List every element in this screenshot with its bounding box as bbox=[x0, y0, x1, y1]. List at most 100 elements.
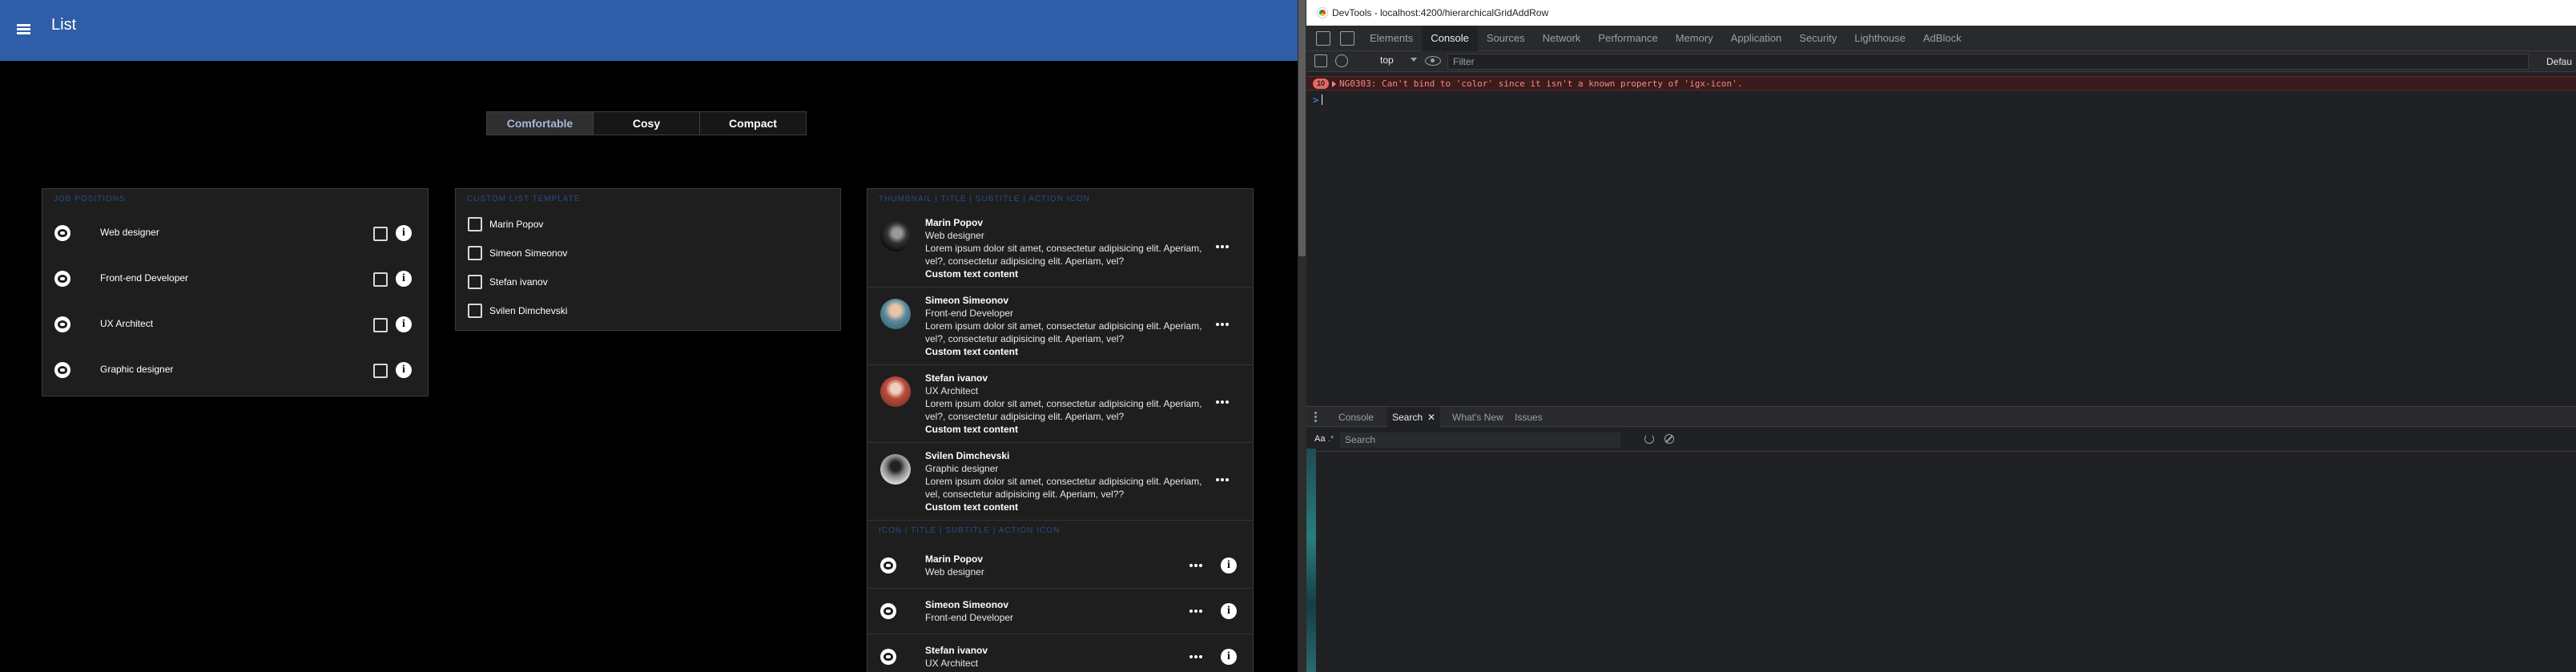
context-selector[interactable]: top bbox=[1380, 54, 1417, 66]
list-item-title: Simeon Simeonov bbox=[925, 599, 1009, 610]
console-filter-input[interactable]: Filter bbox=[1447, 54, 2529, 70]
info-icon[interactable]: i bbox=[1221, 557, 1237, 573]
list-item-checkbox[interactable] bbox=[468, 304, 482, 318]
list-item-checkbox[interactable] bbox=[468, 275, 482, 289]
more-horizontal-icon[interactable] bbox=[1214, 394, 1230, 410]
devtools-title-bar: DevTools - localhost:4200/hierarchicalGr… bbox=[1306, 0, 2576, 26]
list-item-subtitle: Web designer bbox=[925, 230, 984, 241]
refresh-icon[interactable] bbox=[1644, 434, 1654, 444]
more-horizontal-icon[interactable] bbox=[1188, 649, 1204, 665]
list-item[interactable]: Marin Popov Web designer i bbox=[867, 543, 1253, 589]
list-item-label: Stefan ivanov bbox=[489, 276, 548, 288]
drawer-tab-search[interactable]: Search ✕ bbox=[1387, 407, 1441, 428]
chrome-icon bbox=[1318, 8, 1327, 18]
list-item[interactable]: Stefan ivanov UX Architect Lorem ipsum d… bbox=[867, 365, 1253, 443]
list-item-label: Svilen Dimchevski bbox=[489, 305, 568, 316]
list-item[interactable]: Svilen Dimchevski bbox=[456, 296, 840, 325]
thumbnail-list: THUMBNAIL | TITLE | SUBTITLE | ACTION IC… bbox=[867, 188, 1254, 672]
more-horizontal-icon[interactable] bbox=[1188, 603, 1204, 619]
menu-icon[interactable] bbox=[14, 19, 34, 38]
avatar bbox=[880, 454, 911, 485]
console-toolbar: top Filter Defau bbox=[1306, 51, 2576, 72]
live-expression-eye-icon[interactable] bbox=[1425, 56, 1441, 66]
list-item[interactable]: UX Architect i bbox=[42, 301, 428, 347]
tab-sources[interactable]: Sources bbox=[1478, 26, 1534, 51]
list-item[interactable]: Marin Popov bbox=[456, 210, 840, 239]
info-icon[interactable]: i bbox=[1221, 603, 1237, 619]
list-item-text: Stefan ivanov UX Architect Lorem ipsum d… bbox=[925, 372, 1205, 436]
list-item[interactable]: Marin Popov Web designer Lorem ipsum dol… bbox=[867, 210, 1253, 288]
search-input[interactable]: Search bbox=[1340, 433, 1620, 448]
tab-lighthouse[interactable]: Lighthouse bbox=[1845, 26, 1914, 51]
list-item[interactable]: Stefan ivanov bbox=[456, 268, 840, 296]
more-horizontal-icon[interactable] bbox=[1188, 557, 1204, 573]
console-error-message[interactable]: 10 NG0303: Can't bind to 'color' since i… bbox=[1306, 76, 2576, 91]
list-item-checkbox[interactable] bbox=[373, 364, 388, 378]
page-scrollbar-thumb[interactable] bbox=[1298, 0, 1306, 256]
density-comfortable-button[interactable]: Comfortable bbox=[487, 112, 594, 135]
regex-toggle[interactable]: .* bbox=[1328, 434, 1334, 444]
list-item-description: Lorem ipsum dolor sit amet, consectetur … bbox=[925, 476, 1202, 500]
tab-performance[interactable]: Performance bbox=[1589, 26, 1666, 51]
list-item-checkbox[interactable] bbox=[373, 227, 388, 241]
list-item[interactable]: Simeon Simeonov Front-end Developer Lore… bbox=[867, 288, 1253, 365]
list-item-label: UX Architect bbox=[100, 318, 154, 329]
list-item-title: Svilen Dimchevski bbox=[925, 450, 1010, 461]
list-item-title: Stefan ivanov bbox=[925, 645, 988, 656]
list-item-custom-text: Custom text content bbox=[925, 346, 1019, 357]
devtools-window: DevTools - localhost:4200/hierarchicalGr… bbox=[1306, 0, 2576, 672]
clear-search-icon[interactable] bbox=[1664, 434, 1674, 444]
tab-security[interactable]: Security bbox=[1790, 26, 1845, 51]
info-icon[interactable]: i bbox=[396, 362, 412, 378]
tab-memory[interactable]: Memory bbox=[1667, 26, 1722, 51]
drawer-tab-console[interactable]: Console bbox=[1338, 407, 1374, 428]
info-icon[interactable]: i bbox=[396, 225, 412, 241]
tab-network[interactable]: Network bbox=[1534, 26, 1590, 51]
list-item-checkbox[interactable] bbox=[373, 318, 388, 332]
list-item-title: Marin Popov bbox=[925, 553, 984, 565]
list-item-subtitle: Graphic designer bbox=[925, 463, 999, 474]
devtools-tab-bar: Elements Console Sources Network Perform… bbox=[1306, 25, 2576, 51]
info-icon[interactable]: i bbox=[396, 316, 412, 332]
tab-adblock[interactable]: AdBlock bbox=[1914, 26, 1970, 51]
kebab-menu-icon[interactable] bbox=[1314, 412, 1318, 423]
more-horizontal-icon[interactable] bbox=[1214, 316, 1230, 332]
window-title: DevTools - localhost:4200/hierarchicalGr… bbox=[1332, 7, 1549, 18]
list-item-checkbox[interactable] bbox=[468, 217, 482, 231]
list-item-text: Marin Popov Web designer Lorem ipsum dol… bbox=[925, 216, 1205, 280]
clear-console-icon[interactable] bbox=[1335, 54, 1348, 67]
tab-elements[interactable]: Elements bbox=[1361, 26, 1422, 51]
list-item[interactable]: Simeon Simeonov bbox=[456, 239, 840, 268]
density-cosy-button[interactable]: Cosy bbox=[594, 112, 700, 135]
inspect-element-icon[interactable] bbox=[1316, 30, 1330, 46]
error-text: NG0303: Can't bind to 'color' since it i… bbox=[1339, 78, 1743, 89]
tab-console[interactable]: Console bbox=[1422, 25, 1478, 51]
info-icon[interactable]: i bbox=[1221, 649, 1237, 665]
list-item[interactable]: Stefan ivanov UX Architect i bbox=[867, 634, 1253, 672]
list-item[interactable]: Graphic designer i bbox=[42, 347, 428, 392]
app-bar: List bbox=[0, 0, 1298, 61]
close-icon[interactable]: ✕ bbox=[1427, 412, 1435, 423]
more-horizontal-icon[interactable] bbox=[1214, 472, 1230, 488]
more-horizontal-icon[interactable] bbox=[1214, 239, 1230, 255]
list-item-text: Svilen Dimchevski Graphic designer Lorem… bbox=[925, 449, 1205, 513]
drawer-tab-whats-new[interactable]: What's New bbox=[1452, 407, 1503, 428]
default-levels-dropdown[interactable]: Defau bbox=[2546, 56, 2572, 67]
list-item[interactable]: Front-end Developer i bbox=[42, 256, 428, 301]
info-icon[interactable]: i bbox=[396, 271, 412, 287]
list-item-checkbox[interactable] bbox=[468, 246, 482, 260]
match-case-toggle[interactable]: Aa bbox=[1314, 434, 1325, 444]
list-item[interactable]: Web designer i bbox=[42, 210, 428, 256]
list-item[interactable]: Simeon Simeonov Front-end Developer i bbox=[867, 589, 1253, 634]
list-item-label: Simeon Simeonov bbox=[489, 247, 568, 259]
sidebar-toggle-icon[interactable] bbox=[1314, 54, 1327, 67]
list-item-text: Stefan ivanov UX Architect bbox=[925, 644, 988, 670]
list-item[interactable]: Svilen Dimchevski Graphic designer Lorem… bbox=[867, 443, 1253, 521]
device-toolbar-icon[interactable] bbox=[1340, 30, 1354, 46]
expand-triangle-icon[interactable] bbox=[1332, 81, 1336, 87]
tab-application[interactable]: Application bbox=[1722, 26, 1791, 51]
list-item-subtitle: Front-end Developer bbox=[925, 308, 1014, 319]
drawer-tab-issues[interactable]: Issues bbox=[1515, 407, 1543, 428]
density-compact-button[interactable]: Compact bbox=[700, 112, 806, 135]
list-item-checkbox[interactable] bbox=[373, 272, 388, 287]
